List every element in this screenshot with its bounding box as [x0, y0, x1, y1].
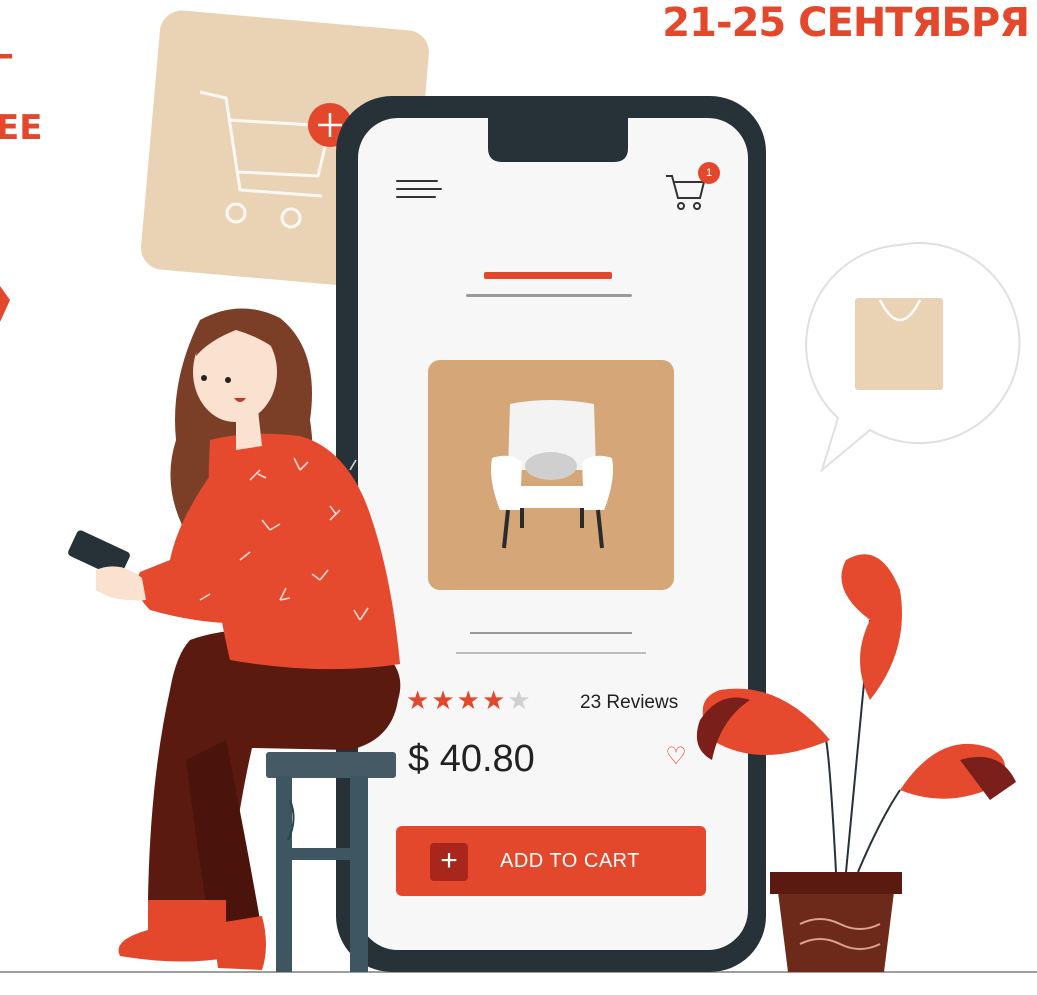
- chevron-right-icon: [0, 286, 10, 322]
- product-title-bar: [484, 272, 612, 279]
- star-icon: ★: [406, 685, 430, 715]
- star-icon: ★: [456, 685, 480, 715]
- star-icon: ★: [431, 685, 455, 715]
- description-line: [470, 632, 632, 634]
- reviews-count[interactable]: 23 Reviews: [580, 692, 678, 714]
- add-to-cart-label: ADD TO CART: [500, 850, 640, 872]
- heart-icon[interactable]: ♡: [662, 744, 690, 770]
- product-price: $ 40.80: [408, 738, 535, 780]
- shopping-cart-icon[interactable]: 1: [662, 162, 720, 214]
- hamburger-icon[interactable]: [396, 178, 442, 202]
- star-icon: ★: [481, 685, 506, 715]
- description-line: [456, 652, 646, 654]
- phone-screen: 1 ★ ★ ★ ★ ★ 23 Reviews $ 40.80 ♡ + ADD T…: [358, 118, 748, 928]
- product-subtitle-line: [466, 294, 632, 297]
- star-icon: ★: [507, 685, 531, 715]
- cart-count-badge: 1: [698, 162, 720, 184]
- shopping-bag-icon: [855, 298, 943, 390]
- plus-icon: +: [430, 843, 468, 881]
- rating-stars: ★ ★ ★ ★ ★: [406, 686, 533, 714]
- bag-bubble-decoration: [805, 242, 1021, 473]
- add-to-cart-button[interactable]: + ADD TO CART: [396, 826, 706, 896]
